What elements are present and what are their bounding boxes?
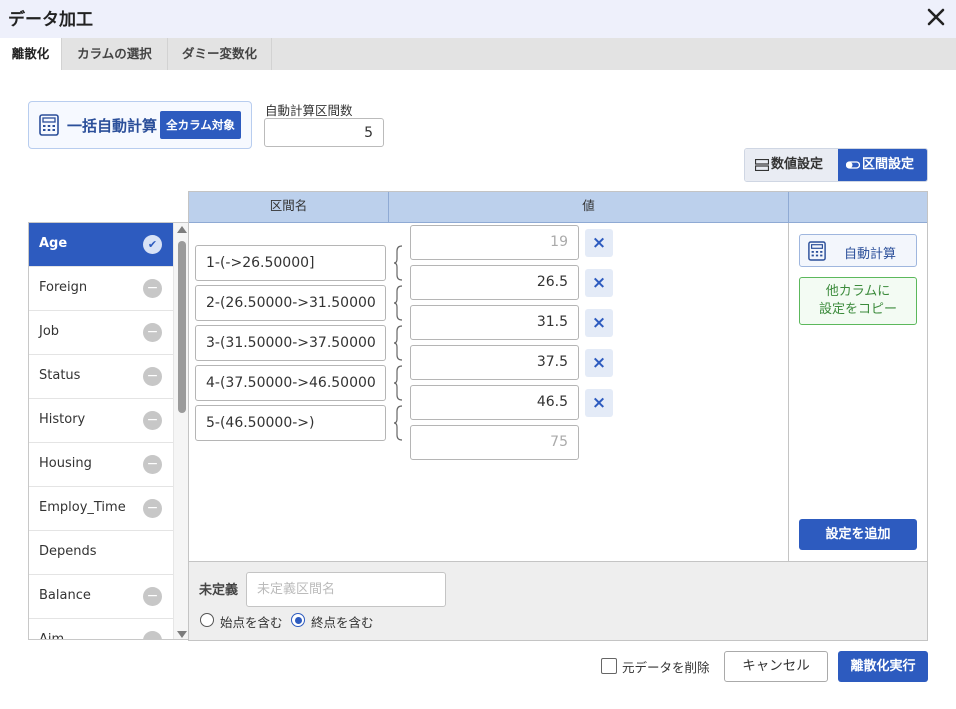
numeric-setting-button[interactable]: 数値設定 bbox=[745, 149, 838, 181]
add-setting-button[interactable]: 設定を追加 bbox=[799, 519, 917, 550]
copy-to-other-columns-button[interactable]: 他カラムに 設定をコピー bbox=[799, 277, 917, 325]
interval-count-input[interactable] bbox=[264, 118, 384, 147]
bin-name-field[interactable]: 1-(->26.50000] bbox=[195, 245, 386, 281]
column-name: Employ_Time bbox=[39, 500, 126, 515]
delete-boundary-icon[interactable]: × bbox=[585, 349, 613, 377]
undefined-label: 未定義 bbox=[199, 583, 239, 598]
bin-name-field[interactable]: 5-(46.50000->) bbox=[195, 405, 386, 441]
column-name: Aim bbox=[39, 632, 65, 640]
minus-icon: − bbox=[143, 631, 162, 639]
boundary-value-field[interactable]: 31.5 bbox=[410, 305, 579, 340]
delete-boundary-icon[interactable]: × bbox=[585, 389, 613, 417]
column-name: Foreign bbox=[39, 280, 88, 295]
tab-column-select[interactable]: カラムの選択 bbox=[62, 38, 168, 70]
minus-icon: − bbox=[143, 587, 162, 606]
column-item-aim[interactable]: Aim − bbox=[29, 619, 173, 640]
grid-body: 1-(->26.50000] 2-(26.50000->31.50000 3-(… bbox=[189, 223, 789, 561]
numeric-setting-label: 数値設定 bbox=[771, 157, 824, 172]
scroll-thumb[interactable] bbox=[178, 241, 186, 413]
all-columns-button[interactable]: 全カラム対象 bbox=[160, 111, 241, 139]
scroll-down-arrow-icon[interactable] bbox=[177, 631, 187, 638]
brace-icon bbox=[393, 365, 403, 401]
bin-name-field[interactable]: 2-(26.50000->31.50000 bbox=[195, 285, 386, 321]
auto-calc-button[interactable]: 自動計算 bbox=[799, 234, 917, 267]
mode-toggle: 数値設定 区間設定 bbox=[744, 148, 928, 182]
delete-boundary-icon[interactable]: × bbox=[585, 229, 613, 257]
boundary-value-field[interactable]: 37.5 bbox=[410, 345, 579, 380]
column-name: Housing bbox=[39, 456, 92, 471]
tab-dummy-variable[interactable]: ダミー変数化 bbox=[168, 38, 272, 70]
header-interval-name: 区間名 bbox=[189, 192, 389, 222]
column-item-age[interactable]: Age ✔ bbox=[29, 223, 173, 267]
boundary-value-field[interactable]: 19 bbox=[410, 225, 579, 260]
column-item-job[interactable]: Job − bbox=[29, 311, 173, 355]
check-icon: ✔ bbox=[143, 235, 162, 254]
minus-icon: − bbox=[143, 279, 162, 298]
scroll-up-arrow-icon[interactable] bbox=[177, 226, 187, 233]
column-item-status[interactable]: Status − bbox=[29, 355, 173, 399]
grid-divider bbox=[788, 223, 789, 561]
brace-icon bbox=[393, 405, 403, 441]
bin-name-field[interactable]: 4-(37.50000->46.50000 bbox=[195, 365, 386, 401]
interval-setting-button[interactable]: 区間設定 bbox=[838, 149, 927, 181]
interval-count-label: 自動計算区間数 bbox=[265, 103, 353, 118]
undefined-name-input[interactable] bbox=[246, 572, 446, 607]
auto-calc-label: 自動計算 bbox=[844, 247, 897, 262]
interval-setting-label: 区間設定 bbox=[862, 157, 915, 172]
include-end-label: 終点を含む bbox=[311, 615, 374, 630]
interval-grid: 区間名 値 1-(->26.50000] 2-(26.50000->31.500… bbox=[188, 191, 928, 641]
include-start-label: 始点を含む bbox=[220, 615, 283, 630]
include-end-radio[interactable] bbox=[291, 613, 305, 627]
minus-icon: − bbox=[143, 499, 162, 518]
column-list-scrollbar[interactable] bbox=[173, 223, 188, 639]
delete-original-checkbox[interactable] bbox=[601, 658, 617, 674]
column-list: Age ✔ Foreign − Job − Status − History −… bbox=[28, 222, 189, 640]
column-item-balance[interactable]: Balance − bbox=[29, 575, 173, 619]
minus-icon: − bbox=[143, 323, 162, 342]
brace-icon bbox=[393, 245, 403, 281]
interval-icon bbox=[846, 160, 860, 169]
brace-icon bbox=[393, 325, 403, 361]
copy-label-line1: 他カラムに bbox=[825, 284, 891, 299]
column-item-foreign[interactable]: Foreign − bbox=[29, 267, 173, 311]
delete-boundary-icon[interactable]: × bbox=[585, 269, 613, 297]
list-icon bbox=[755, 158, 769, 171]
bulk-auto-calc-label: 一括自動計算 bbox=[67, 117, 158, 135]
column-item-depends[interactable]: Depends bbox=[29, 531, 173, 575]
delete-original-label: 元データを削除 bbox=[622, 660, 710, 675]
calculator-icon bbox=[808, 241, 826, 261]
close-icon[interactable] bbox=[924, 5, 948, 29]
column-item-housing[interactable]: Housing − bbox=[29, 443, 173, 487]
grid-header: 区間名 値 bbox=[189, 192, 927, 223]
column-name: History bbox=[39, 412, 86, 427]
bulk-auto-calc-panel: 一括自動計算 全カラム対象 bbox=[28, 101, 252, 149]
copy-label-line2: 設定をコピー bbox=[818, 302, 897, 317]
execute-discretize-button[interactable]: 離散化実行 bbox=[838, 651, 928, 682]
include-start-radio[interactable] bbox=[200, 613, 214, 627]
tab-bar: 離散化 カラムの選択 ダミー変数化 bbox=[0, 38, 956, 70]
column-name: Balance bbox=[39, 588, 91, 603]
boundary-value-field[interactable]: 46.5 bbox=[410, 385, 579, 420]
bin-name-field[interactable]: 3-(31.50000->37.50000 bbox=[195, 325, 386, 361]
column-name: Job bbox=[39, 324, 60, 339]
minus-icon: − bbox=[143, 455, 162, 474]
column-name: Depends bbox=[39, 544, 97, 559]
dialog-title: データ加工 bbox=[8, 10, 93, 30]
calculator-icon bbox=[39, 114, 59, 136]
header-value: 値 bbox=[389, 192, 789, 222]
column-item-history[interactable]: History − bbox=[29, 399, 173, 443]
brace-icon bbox=[393, 285, 403, 321]
dialog-titlebar: データ加工 bbox=[0, 0, 956, 38]
column-name: Age bbox=[39, 236, 68, 251]
cancel-button[interactable]: キャンセル bbox=[724, 651, 828, 682]
boundary-value-field[interactable]: 75 bbox=[410, 425, 579, 460]
delete-boundary-icon[interactable]: × bbox=[585, 309, 613, 337]
tab-discretize[interactable]: 離散化 bbox=[0, 38, 62, 70]
undefined-section: 未定義 始点を含む 終点を含む bbox=[189, 561, 927, 640]
column-name: Status bbox=[39, 368, 81, 383]
minus-icon: − bbox=[143, 367, 162, 386]
boundary-value-field[interactable]: 26.5 bbox=[410, 265, 579, 300]
minus-icon: − bbox=[143, 411, 162, 430]
column-item-employ-time[interactable]: Employ_Time − bbox=[29, 487, 173, 531]
